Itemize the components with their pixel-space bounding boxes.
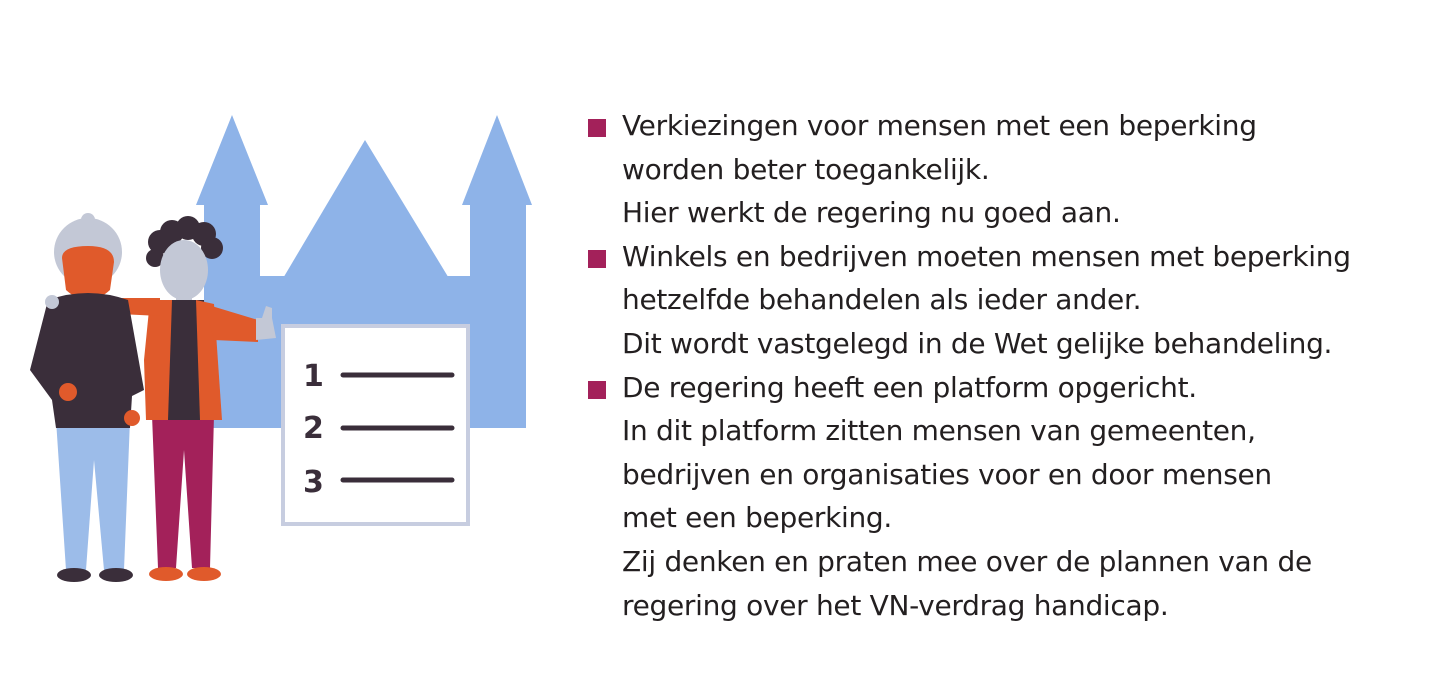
checklist-icon: 1 2 3 <box>281 324 470 526</box>
bullet-line: De regering heeft een platform opgericht… <box>622 370 1197 404</box>
bullet-line: worden beter toegankelijk. <box>622 152 990 186</box>
person-left-icon <box>30 213 144 582</box>
bullet-line: Hier werkt de regering nu goed aan. <box>622 196 1121 230</box>
bullet-line: hetzelfde behandelen als ieder ander. <box>622 283 1142 317</box>
bullet-line: bedrijven en organisaties voor en door m… <box>622 457 1272 491</box>
list-number-2: 2 <box>303 411 324 446</box>
bullet-line: In dit platform zitten mensen van gemeen… <box>622 414 1256 448</box>
bullet-line: Zij denken en praten mee over de plannen… <box>622 544 1312 578</box>
illustration: 1 2 3 <box>0 0 560 694</box>
bullet-item-platform: De regering heeft een platform opgericht… <box>588 366 1428 628</box>
list-number-3: 3 <box>303 465 324 500</box>
bullet-marker-icon <box>588 380 606 399</box>
bullet-list: Verkiezingen voor mensen met een beperki… <box>588 104 1428 627</box>
bullet-line: Winkels en bedrijven moeten mensen met b… <box>622 239 1351 273</box>
bullet-item-elections: Verkiezingen voor mensen met een beperki… <box>588 104 1428 235</box>
bullet-line: met een beperking. <box>622 501 893 535</box>
list-number-1: 1 <box>303 359 324 394</box>
bullet-marker-icon <box>588 119 606 137</box>
illustration-svg: 1 2 3 <box>30 115 532 582</box>
bullet-line: Verkiezingen voor mensen met een beperki… <box>622 109 1257 142</box>
bullet-item-shops: Winkels en bedrijven moeten mensen met b… <box>588 235 1428 366</box>
bullet-line: regering over het VN-verdrag handicap. <box>622 588 1169 622</box>
bullet-marker-icon <box>588 249 606 268</box>
bullet-line: Dit wordt vastgelegd in de Wet gelijke b… <box>622 326 1333 360</box>
